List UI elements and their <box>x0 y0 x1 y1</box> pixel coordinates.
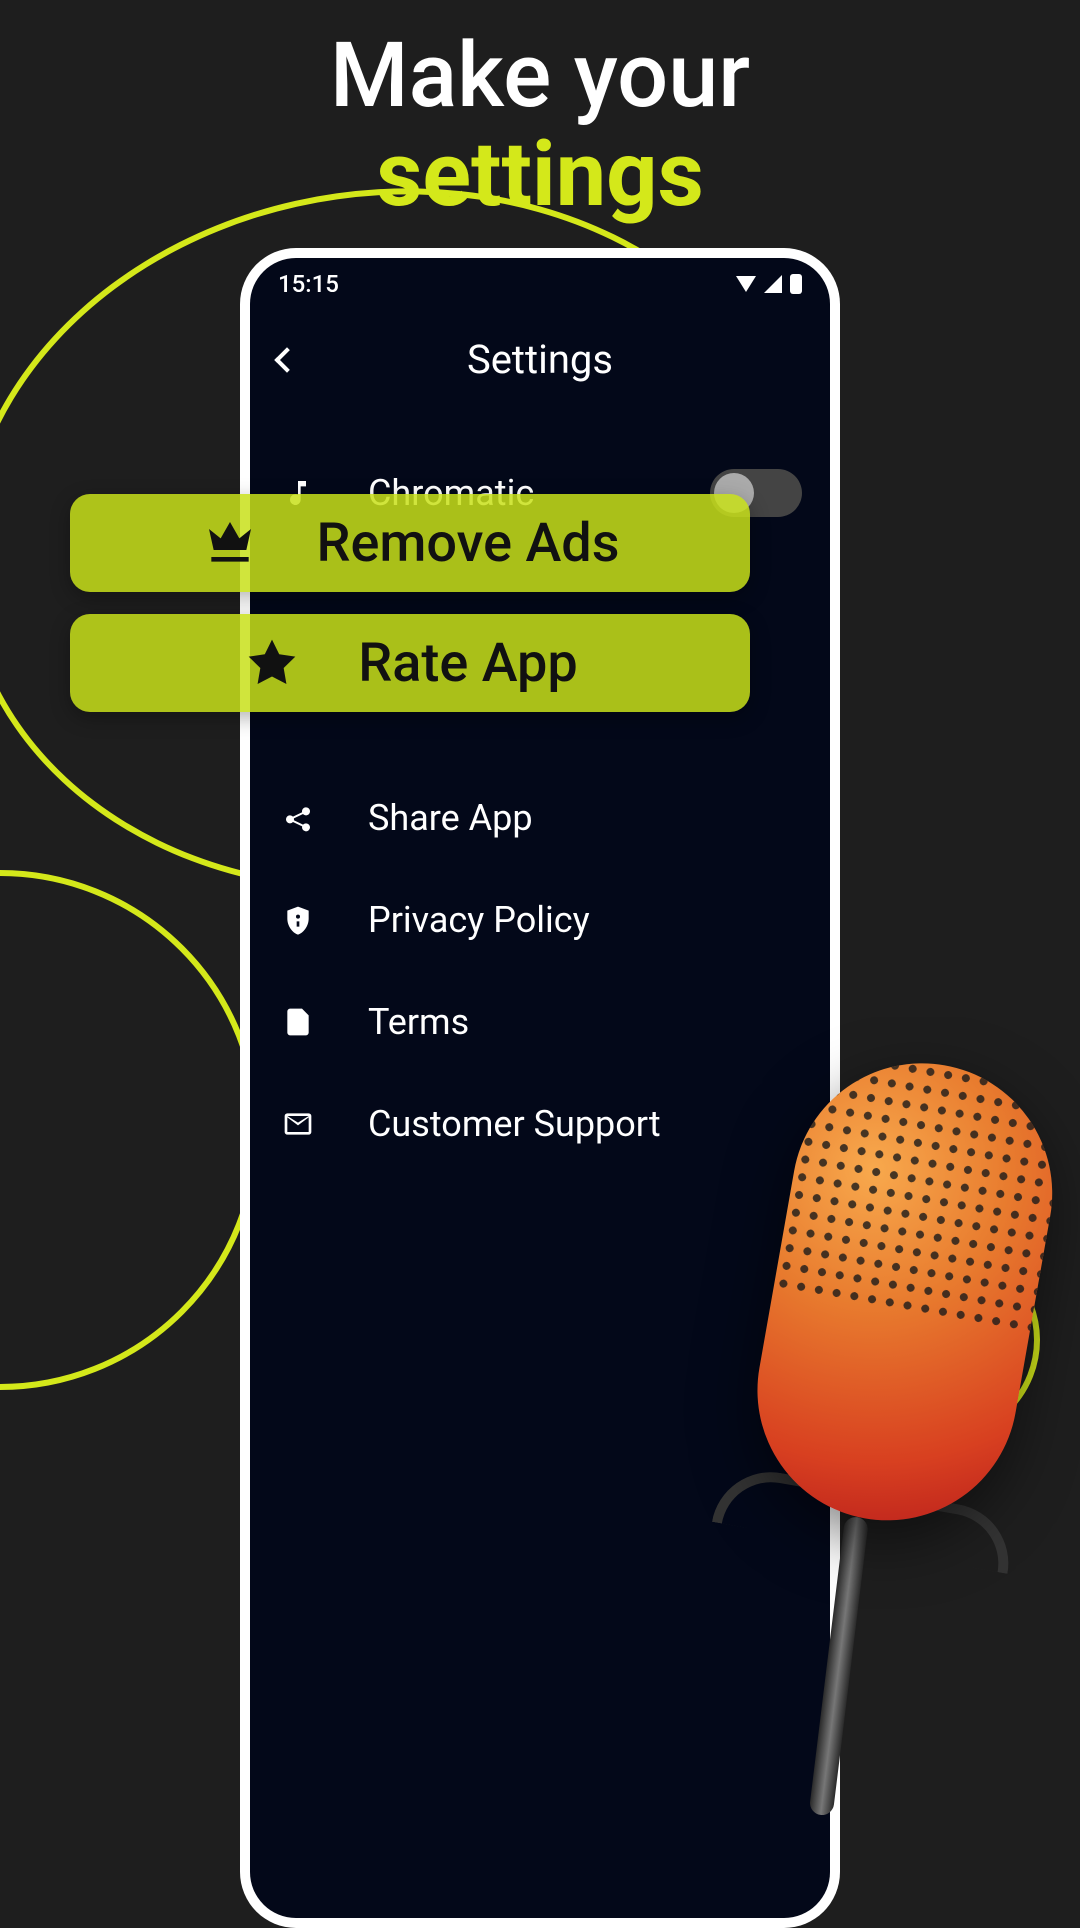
document-icon <box>278 1002 318 1042</box>
crown-icon <box>200 513 260 573</box>
headline-line1: Make your <box>0 26 1080 125</box>
promo-headline: Make your settings <box>0 0 1080 224</box>
terms-row[interactable]: Terms <box>268 971 812 1073</box>
rate-app-button[interactable]: Rate App <box>70 614 750 712</box>
rate-app-label: Rate App <box>358 632 577 695</box>
status-icons <box>736 274 802 294</box>
battery-icon <box>790 274 802 294</box>
share-icon <box>278 798 318 838</box>
mail-icon <box>278 1104 318 1144</box>
wifi-icon <box>736 276 756 292</box>
customer-support-label: Customer Support <box>368 1103 802 1145</box>
share-app-row[interactable]: Share App <box>268 767 812 869</box>
mic-head <box>737 1043 1073 1541</box>
page-title: Settings <box>270 336 810 383</box>
shield-icon <box>278 900 318 940</box>
star-icon <box>242 633 302 693</box>
status-time: 15:15 <box>278 270 339 298</box>
mic-mesh <box>774 1043 1073 1333</box>
decorative-loop <box>0 870 260 1390</box>
remove-ads-button[interactable]: Remove Ads <box>70 494 750 592</box>
signal-icon <box>764 275 782 293</box>
privacy-policy-row[interactable]: Privacy Policy <box>268 869 812 971</box>
share-app-label: Share App <box>368 797 802 839</box>
app-header: Settings <box>250 310 830 409</box>
terms-label: Terms <box>368 1001 802 1043</box>
headline-line2: settings <box>0 125 1080 224</box>
privacy-policy-label: Privacy Policy <box>368 899 802 941</box>
remove-ads-label: Remove Ads <box>316 512 619 575</box>
status-bar: 15:15 <box>250 258 830 310</box>
customer-support-row[interactable]: Customer Support <box>268 1073 812 1175</box>
